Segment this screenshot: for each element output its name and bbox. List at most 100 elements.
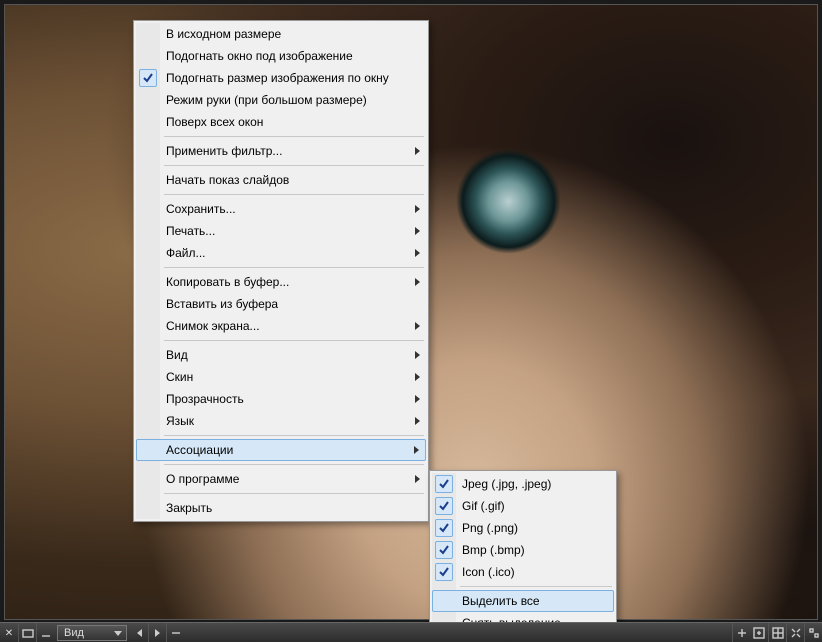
menu-item-label: Режим руки (при большом размере): [166, 93, 367, 107]
context-menu-item[interactable]: Вид: [136, 344, 426, 366]
view-dropdown[interactable]: Вид: [57, 625, 127, 641]
context-menu-item[interactable]: Файл...: [136, 242, 426, 264]
context-menu-item[interactable]: Язык: [136, 410, 426, 432]
next-button[interactable]: [148, 623, 166, 642]
check-icon: [139, 69, 157, 87]
chevron-right-icon: [415, 278, 420, 286]
menu-separator: [164, 136, 424, 137]
context-submenu-item[interactable]: Icon (.ico): [432, 561, 614, 583]
menu-item-label: В исходном размере: [166, 27, 281, 41]
check-icon: [435, 563, 453, 581]
menu-item-label: Вставить из буфера: [166, 297, 278, 311]
context-menu-item[interactable]: Применить фильтр...: [136, 140, 426, 162]
window-restore-button[interactable]: [18, 623, 36, 642]
context-menu-item[interactable]: Вставить из буфера: [136, 293, 426, 315]
chevron-right-icon: [415, 417, 420, 425]
prev-button[interactable]: [130, 623, 148, 642]
zoom-out-button[interactable]: [166, 623, 184, 642]
settings-button[interactable]: [804, 623, 822, 642]
context-submenu-item[interactable]: Jpeg (.jpg, .jpeg): [432, 473, 614, 495]
menu-item-label: Язык: [166, 414, 194, 428]
menu-item-label: Снимок экрана...: [166, 319, 260, 333]
context-menu-item[interactable]: Печать...: [136, 220, 426, 242]
context-menu-item[interactable]: О программе: [136, 468, 426, 490]
context-menu-item[interactable]: Копировать в буфер...: [136, 271, 426, 293]
context-menu-item[interactable]: Скин: [136, 366, 426, 388]
menu-item-label: Выделить все: [462, 594, 540, 608]
fit-button[interactable]: [750, 623, 768, 642]
chevron-right-icon: [415, 227, 420, 235]
chevron-right-icon: [415, 373, 420, 381]
menu-item-label: Png (.png): [462, 521, 518, 535]
menu-item-label: Icon (.ico): [462, 565, 515, 579]
context-submenu-item[interactable]: Gif (.gif): [432, 495, 614, 517]
context-menu-item[interactable]: В исходном размере: [136, 23, 426, 45]
fullscreen-icon: [790, 627, 802, 639]
chevron-right-icon: [415, 351, 420, 359]
chevron-right-icon: [415, 395, 420, 403]
menu-item-label: Печать...: [166, 224, 215, 238]
menu-separator: [164, 435, 424, 436]
chevron-right-icon: [415, 322, 420, 330]
check-icon: [435, 475, 453, 493]
menu-separator: [164, 194, 424, 195]
context-menu-item[interactable]: Ассоциации: [136, 439, 426, 461]
context-submenu-item[interactable]: Bmp (.bmp): [432, 539, 614, 561]
context-submenu-item[interactable]: Выделить все: [432, 590, 614, 612]
context-menu-item[interactable]: Закрыть: [136, 497, 426, 519]
minus-icon: [170, 627, 182, 639]
menu-separator: [164, 340, 424, 341]
context-menu-item[interactable]: Снимок экрана...: [136, 315, 426, 337]
window-icon: [22, 627, 34, 639]
zoom-in-button[interactable]: [732, 623, 750, 642]
menu-item-label: Начать показ слайдов: [166, 173, 289, 187]
fit-icon: [753, 627, 765, 639]
gear-icon: [808, 627, 820, 639]
plus-icon: [736, 627, 748, 639]
chevron-right-icon: [415, 205, 420, 213]
check-icon: [435, 497, 453, 515]
menu-item-label: Вид: [166, 348, 188, 362]
actual-size-button[interactable]: [768, 623, 786, 642]
chevron-right-icon: [415, 475, 420, 483]
menu-item-label: Копировать в буфер...: [166, 275, 289, 289]
chevron-right-icon: [415, 147, 420, 155]
context-menu-item[interactable]: Сохранить...: [136, 198, 426, 220]
menu-separator: [460, 586, 612, 587]
chevron-left-icon: [137, 629, 142, 637]
chevron-right-icon: [155, 629, 160, 637]
menu-item-label: Применить фильтр...: [166, 144, 282, 158]
context-menu: В исходном размере Подогнать окно под изо…: [133, 20, 429, 522]
check-icon: [435, 541, 453, 559]
menu-item-label: Ассоциации: [166, 443, 233, 457]
menu-separator: [164, 493, 424, 494]
menu-item-label: Bmp (.bmp): [462, 543, 525, 557]
menu-item-label: Подогнать окно под изображение: [166, 49, 353, 63]
check-icon: [435, 519, 453, 537]
context-menu-item[interactable]: Начать показ слайдов: [136, 169, 426, 191]
menu-item-label: Сохранить...: [166, 202, 236, 216]
fullscreen-button[interactable]: [786, 623, 804, 642]
minimize-button[interactable]: [36, 623, 54, 642]
bottom-toolbar: ✕ Вид: [0, 622, 822, 642]
context-menu-item[interactable]: Режим руки (при большом размере): [136, 89, 426, 111]
minimize-icon: [40, 627, 52, 639]
context-menu-item[interactable]: Прозрачность: [136, 388, 426, 410]
chevron-right-icon: [415, 249, 420, 257]
context-menu-item[interactable]: Подогнать окно под изображение: [136, 45, 426, 67]
menu-item-label: Скин: [166, 370, 193, 384]
context-submenu: Jpeg (.jpg, .jpeg) Gif (.gif) Png (.png) Bm…: [429, 470, 617, 637]
view-dropdown-label: Вид: [64, 627, 84, 639]
menu-item-label: Закрыть: [166, 501, 212, 515]
menu-item-label: Jpeg (.jpg, .jpeg): [462, 477, 551, 491]
context-menu-item[interactable]: Подогнать размер изображения по окну: [136, 67, 426, 89]
menu-separator: [164, 464, 424, 465]
chevron-down-icon: [114, 631, 122, 636]
chevron-right-icon: [414, 446, 419, 454]
close-button[interactable]: ✕: [0, 623, 18, 642]
menu-item-label: Подогнать размер изображения по окну: [166, 71, 389, 85]
context-menu-item[interactable]: Поверх всех окон: [136, 111, 426, 133]
menu-item-label: Поверх всех окон: [166, 115, 263, 129]
menu-item-label: Прозрачность: [166, 392, 244, 406]
context-submenu-item[interactable]: Png (.png): [432, 517, 614, 539]
